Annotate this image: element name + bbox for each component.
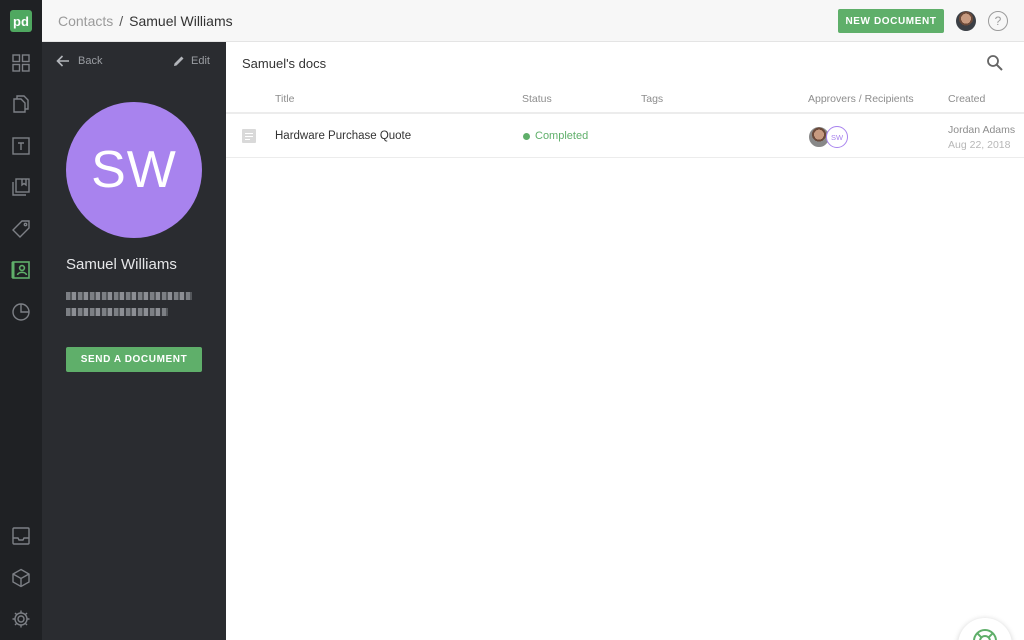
lifebuoy-icon xyxy=(973,629,997,640)
status-label: Completed xyxy=(535,130,589,142)
reports-icon[interactable] xyxy=(10,301,32,323)
contact-name: Samuel Williams xyxy=(66,256,177,273)
column-title[interactable]: Title xyxy=(275,93,294,105)
recipient-avatar: SW xyxy=(826,126,848,148)
pandadoc-logo-icon[interactable]: pd xyxy=(10,10,32,32)
edit-button[interactable]: Edit xyxy=(173,52,210,70)
settings-icon[interactable] xyxy=(10,608,32,630)
top-bar: Contacts / Samuel Williams NEW DOCUMENT … xyxy=(42,0,1024,42)
breadcrumb-current: Samuel Williams xyxy=(129,13,233,29)
created-by: Jordan Adams xyxy=(948,124,1016,136)
dashboard-icon[interactable] xyxy=(10,52,32,74)
contact-avatar: SW xyxy=(66,102,202,238)
send-document-button[interactable]: SEND A DOCUMENT xyxy=(66,347,202,372)
column-created[interactable]: Created xyxy=(948,93,985,105)
docs-title: Samuel's docs xyxy=(242,56,327,71)
contact-sidebar: Back Edit SW Samuel Williams SEND A DOCU… xyxy=(42,42,226,640)
templates-icon[interactable] xyxy=(10,135,32,157)
document-icon xyxy=(242,129,256,143)
back-button[interactable]: Back xyxy=(56,52,102,70)
breadcrumb: Contacts / Samuel Williams xyxy=(58,13,233,29)
column-approvers[interactable]: Approvers / Recipients xyxy=(808,93,914,105)
edit-label: Edit xyxy=(191,55,210,67)
pencil-icon xyxy=(174,56,184,66)
table-row[interactable]: Hardware Purchase Quote Completed SW Jor… xyxy=(226,116,1024,158)
search-icon[interactable] xyxy=(986,54,1004,72)
document-title[interactable]: Hardware Purchase Quote xyxy=(275,130,411,142)
new-document-button[interactable]: NEW DOCUMENT xyxy=(838,9,944,33)
redacted-contact-detail xyxy=(66,308,168,316)
created-info: Jordan Adams Aug 22, 2018 xyxy=(948,123,1015,153)
contacts-icon[interactable] xyxy=(10,259,32,281)
redacted-contact-detail xyxy=(66,292,192,300)
arrow-left-icon xyxy=(56,55,69,67)
content-library-icon[interactable] xyxy=(10,176,32,198)
breadcrumb-contacts-link[interactable]: Contacts xyxy=(58,13,113,29)
integrations-icon[interactable] xyxy=(10,567,32,589)
column-status[interactable]: Status xyxy=(522,93,552,105)
breadcrumb-separator: / xyxy=(119,13,124,29)
help-icon[interactable]: ? xyxy=(988,11,1008,31)
docs-panel: Samuel's docs Title Status Tags Approver… xyxy=(226,42,1024,640)
created-date: Aug 22, 2018 xyxy=(948,139,1011,151)
column-tags[interactable]: Tags xyxy=(641,93,663,105)
logo-text: pd xyxy=(13,13,29,29)
catalog-icon[interactable] xyxy=(10,218,32,240)
inbox-icon[interactable] xyxy=(10,525,32,547)
status-dot-icon xyxy=(523,132,530,140)
status-badge: Completed xyxy=(523,130,588,142)
app-nav-rail: pd xyxy=(0,0,42,640)
user-avatar[interactable] xyxy=(956,11,976,31)
docs-table-header: Title Status Tags Approvers / Recipients… xyxy=(226,88,1024,114)
documents-icon[interactable] xyxy=(10,93,32,115)
back-label: Back xyxy=(78,55,103,67)
